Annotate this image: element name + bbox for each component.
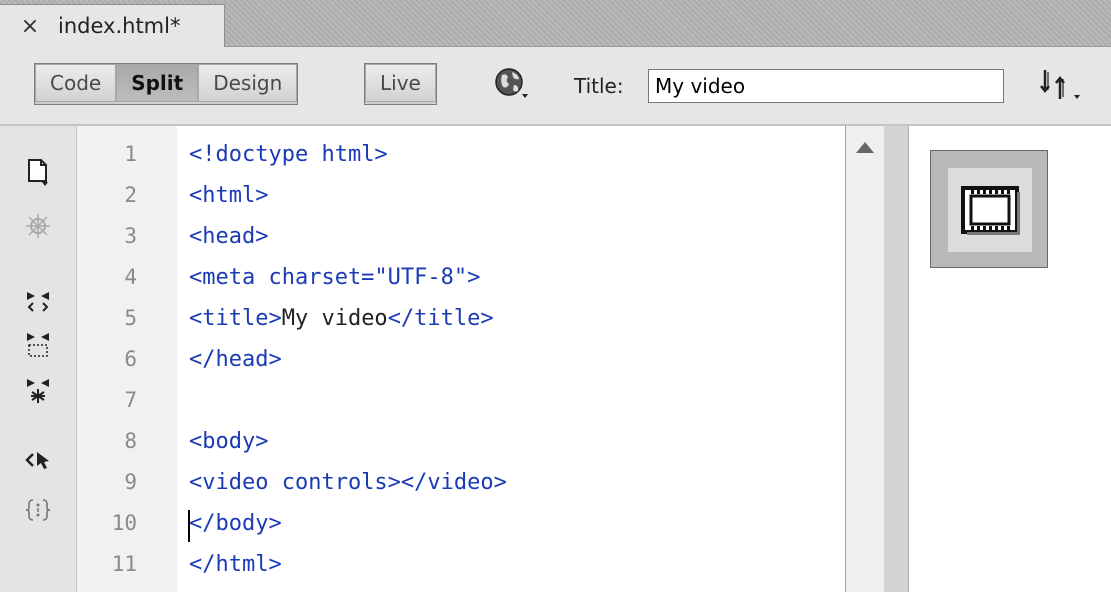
live-button-group: Live — [364, 63, 437, 105]
code-line[interactable]: <title>My video</title> — [189, 298, 494, 339]
bug-icon — [22, 210, 54, 242]
code-line[interactable]: <!doctype html> — [189, 134, 388, 175]
coding-toolbar — [0, 126, 77, 592]
expand-all-icon[interactable] — [22, 374, 54, 406]
video-placeholder[interactable] — [930, 150, 1048, 268]
code-line[interactable]: <html> — [189, 175, 268, 216]
design-view-button[interactable]: Design — [198, 64, 298, 102]
code-tag: </title> — [387, 306, 494, 331]
code-line[interactable]: </body> — [189, 503, 282, 544]
close-tab-icon[interactable]: × — [20, 14, 40, 39]
code-line[interactable]: <body> — [189, 421, 268, 462]
file-management-icon[interactable] — [1038, 67, 1084, 103]
line-number: 10 — [111, 511, 137, 535]
line-number: 1 — [124, 142, 137, 166]
collapse-selection-icon[interactable] — [22, 328, 54, 360]
line-number: 5 — [124, 306, 137, 330]
balance-braces-icon[interactable] — [22, 494, 54, 526]
line-number: 3 — [124, 224, 137, 248]
video-placeholder-inner — [948, 168, 1032, 252]
title-label: Title: — [574, 74, 624, 98]
code-text: My video — [281, 306, 388, 331]
line-number: 4 — [124, 265, 137, 289]
collapse-tag-icon[interactable] — [22, 284, 54, 316]
globe-icon[interactable] — [494, 67, 530, 101]
code-editor[interactable]: <!doctype html> <html> <head> <meta char… — [177, 126, 845, 592]
scroll-up-arrow-icon[interactable] — [856, 142, 874, 153]
code-line[interactable]: </html> — [189, 544, 282, 585]
line-number: 2 — [124, 183, 137, 207]
document-toolbar: Code Split Design Live Title: — [0, 47, 1111, 126]
document-tab[interactable]: × index.html* — [0, 4, 225, 47]
code-view-button[interactable]: Code — [35, 64, 117, 102]
split-divider[interactable] — [884, 126, 909, 592]
select-parent-tag-icon[interactable] — [22, 444, 54, 476]
code-line[interactable]: </head> — [189, 339, 282, 380]
line-number: 9 — [124, 470, 137, 494]
code-tag: <title> — [189, 306, 282, 331]
code-line[interactable]: <video controls></video> — [189, 462, 507, 503]
open-documents-icon[interactable] — [22, 156, 54, 188]
code-line[interactable]: <head> — [189, 216, 268, 257]
title-input[interactable] — [648, 69, 1004, 103]
split-view-button[interactable]: Split — [116, 64, 199, 102]
document-tab-bar: × index.html* — [0, 0, 1111, 47]
design-view-pane[interactable] — [909, 126, 1111, 592]
vertical-scrollbar[interactable] — [845, 126, 885, 592]
live-view-button[interactable]: Live — [365, 64, 436, 102]
video-placeholder-icon — [961, 186, 1020, 235]
line-number: 6 — [124, 347, 137, 371]
text-cursor — [188, 510, 190, 542]
line-number: 8 — [124, 429, 137, 453]
code-line[interactable]: <meta charset="UTF-8"> — [189, 257, 480, 298]
line-number-gutter: 1 2 3 4 5 6 7 8 9 10 11 — [77, 126, 177, 592]
tab-filename: index.html* — [58, 14, 181, 38]
line-number: 7 — [124, 388, 137, 412]
line-number: 11 — [111, 552, 137, 576]
view-button-group: Code Split Design — [34, 63, 299, 105]
